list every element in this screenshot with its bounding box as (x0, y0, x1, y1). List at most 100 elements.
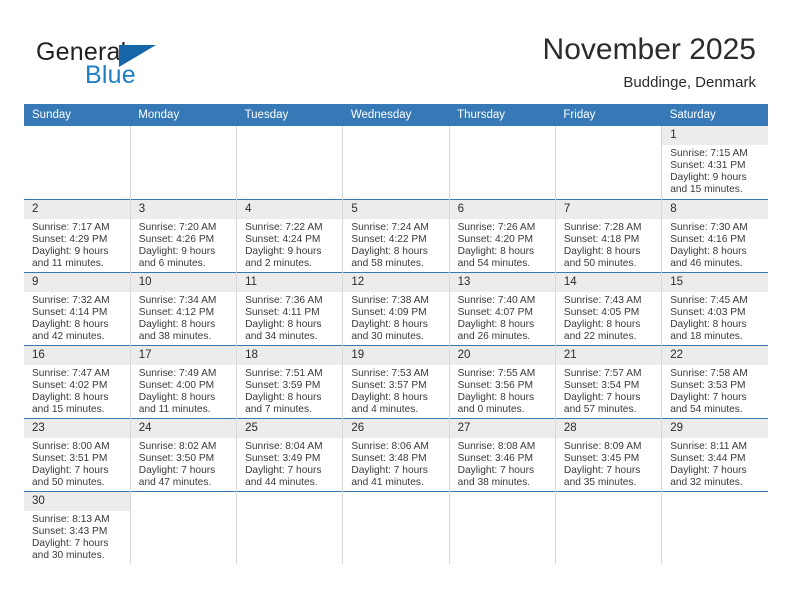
day-detail-line: Sunrise: 7:55 AM (457, 367, 536, 379)
calendar-day-cell[interactable]: 3 Sunrise: 7:20 AM Sunset: 4:26 PM Daylight… (130, 198, 238, 272)
day-detail-line: Sunrise: 7:49 AM (138, 367, 217, 379)
calendar-day-cell[interactable]: 29 Sunrise: 8:11 AM Sunset: 3:44 PM Dayligh… (661, 417, 768, 491)
calendar-day-cell[interactable]: 25 Sunrise: 8:04 AM Sunset: 3:49 PM Dayligh… (236, 417, 344, 491)
day-number: 1 (662, 126, 768, 145)
day-number: 13 (449, 272, 555, 292)
calendar-day-cell[interactable]: 12 Sunrise: 7:38 AM Sunset: 4:09 PM Dayligh… (342, 271, 450, 345)
calendar-day-cell[interactable]: 16 Sunrise: 7:47 AM Sunset: 4:02 PM Dayligh… (24, 344, 131, 418)
day-detail-line: Sunset: 3:57 PM (351, 379, 427, 391)
day-detail-line: Sunset: 4:31 PM (670, 160, 746, 172)
day-detail-line: and 6 minutes. (138, 257, 206, 269)
weekday-header-tuesday: Tuesday (236, 104, 343, 126)
day-detail-line: Daylight: 8 hours (670, 245, 747, 257)
day-detail-line: Sunset: 4:07 PM (457, 306, 533, 318)
day-detail-line: Sunrise: 7:40 AM (457, 294, 536, 306)
day-detail-line: Sunset: 4:02 PM (32, 379, 108, 391)
day-detail-line: and 15 minutes. (670, 184, 743, 196)
calendar-day-cell[interactable]: 5 Sunrise: 7:24 AM Sunset: 4:22 PM Daylight… (342, 198, 450, 272)
calendar-day-cell[interactable]: 20 Sunrise: 7:55 AM Sunset: 3:56 PM Dayligh… (449, 344, 556, 418)
day-details: Sunrise: 8:13 AM Sunset: 3:43 PM Daylight:… (24, 511, 130, 562)
day-detail-line: Sunrise: 8:00 AM (32, 440, 110, 452)
page-subtitle: Buddinge, Denmark (623, 74, 756, 91)
day-detail-line: Sunrise: 7:57 AM (563, 367, 642, 379)
day-detail-line: Sunrise: 7:24 AM (351, 221, 429, 233)
calendar-day-cell[interactable]: 11 Sunrise: 7:36 AM Sunset: 4:11 PM Dayligh… (236, 271, 344, 345)
day-detail-line: Daylight: 8 hours (457, 318, 535, 330)
day-detail-line: Sunrise: 7:17 AM (32, 221, 110, 233)
weekday-header-wednesday: Wednesday (342, 104, 450, 126)
day-detail-line: Sunrise: 8:08 AM (457, 440, 536, 452)
day-details: Sunrise: 7:55 AM Sunset: 3:56 PM Daylight:… (450, 365, 555, 416)
day-details: Sunrise: 7:28 AM Sunset: 4:18 PM Daylight:… (556, 219, 661, 270)
day-detail-line: Sunset: 4:12 PM (138, 306, 215, 318)
calendar-day-cell[interactable]: 28 Sunrise: 8:09 AM Sunset: 3:45 PM Dayligh… (555, 417, 663, 491)
day-detail-line: Daylight: 7 hours (563, 391, 641, 403)
day-detail-line: Sunset: 3:48 PM (351, 452, 427, 464)
day-number: 4 (237, 199, 343, 219)
day-number: 12 (343, 272, 449, 292)
calendar-day-cell[interactable]: 23 Sunrise: 8:00 AM Sunset: 3:51 PM Dayligh… (24, 417, 131, 491)
calendar-empty-cell (449, 126, 556, 199)
day-detail-line: and 47 minutes. (138, 476, 212, 488)
calendar-day-cell[interactable]: 19 Sunrise: 7:53 AM Sunset: 3:57 PM Dayligh… (342, 344, 450, 418)
day-number: 19 (343, 345, 449, 365)
calendar-day-cell[interactable]: 30 Sunrise: 8:13 AM Sunset: 3:43 PM Dayligh… (24, 490, 131, 565)
day-detail-line: Sunset: 3:46 PM (457, 452, 533, 464)
day-detail-line: and 54 minutes. (670, 403, 743, 415)
day-number: 21 (555, 345, 662, 365)
calendar-day-cell[interactable]: 22 Sunrise: 7:58 AM Sunset: 3:53 PM Dayligh… (661, 344, 768, 418)
day-details: Sunrise: 8:06 AM Sunset: 3:48 PM Daylight:… (343, 438, 448, 489)
day-detail-line: Daylight: 8 hours (351, 318, 428, 330)
day-detail-line: and 35 minutes. (563, 476, 637, 488)
calendar-day-cell[interactable]: 2 Sunrise: 7:17 AM Sunset: 4:29 PM Daylight… (24, 198, 131, 272)
calendar-day-cell[interactable]: 26 Sunrise: 8:06 AM Sunset: 3:48 PM Dayligh… (342, 417, 450, 491)
calendar-day-cell[interactable]: 4 Sunrise: 7:22 AM Sunset: 4:24 PM Daylight… (236, 198, 344, 272)
day-cell-inner (237, 492, 342, 565)
day-detail-line: Sunrise: 8:09 AM (563, 440, 642, 452)
day-detail-line: Daylight: 8 hours (670, 318, 747, 330)
day-detail-line: and 26 minutes. (457, 330, 531, 342)
day-details: Sunrise: 8:08 AM Sunset: 3:46 PM Daylight:… (450, 438, 555, 489)
day-cell-inner: 25 Sunrise: 8:04 AM Sunset: 3:49 PM Dayligh… (237, 418, 343, 491)
calendar-day-cell[interactable]: 13 Sunrise: 7:40 AM Sunset: 4:07 PM Dayligh… (449, 271, 556, 345)
day-detail-line: and 58 minutes. (351, 257, 424, 269)
day-details: Sunrise: 7:49 AM Sunset: 4:00 PM Daylight:… (131, 365, 236, 416)
day-details: Sunrise: 8:09 AM Sunset: 3:45 PM Daylight:… (556, 438, 661, 489)
calendar-day-cell[interactable]: 15 Sunrise: 7:45 AM Sunset: 4:03 PM Dayligh… (661, 271, 768, 345)
day-cell-inner: 28 Sunrise: 8:09 AM Sunset: 3:45 PM Dayligh… (555, 418, 662, 491)
day-cell-inner: 30 Sunrise: 8:13 AM Sunset: 3:43 PM Dayligh… (24, 491, 130, 565)
day-detail-line: and 11 minutes. (32, 257, 104, 269)
calendar-day-cell[interactable]: 10 Sunrise: 7:34 AM Sunset: 4:12 PM Dayligh… (130, 271, 238, 345)
calendar-day-cell[interactable]: 27 Sunrise: 8:08 AM Sunset: 3:46 PM Dayligh… (449, 417, 556, 491)
calendar-day-cell[interactable]: 24 Sunrise: 8:02 AM Sunset: 3:50 PM Dayligh… (130, 417, 238, 491)
day-number: 5 (343, 199, 449, 219)
day-detail-line: Daylight: 8 hours (138, 318, 216, 330)
calendar-day-cell[interactable]: 9 Sunrise: 7:32 AM Sunset: 4:14 PM Daylight… (24, 271, 131, 345)
calendar-day-cell[interactable]: 6 Sunrise: 7:26 AM Sunset: 4:20 PM Daylight… (449, 198, 556, 272)
day-detail-line: Sunset: 4:18 PM (563, 233, 640, 245)
day-number: 11 (237, 272, 343, 292)
day-detail-line: Sunrise: 7:51 AM (245, 367, 323, 379)
day-detail-line: Sunrise: 8:13 AM (32, 513, 110, 525)
day-cell-inner: 10 Sunrise: 7:34 AM Sunset: 4:12 PM Dayligh… (130, 272, 237, 345)
calendar-day-cell[interactable]: 14 Sunrise: 7:43 AM Sunset: 4:05 PM Dayligh… (555, 271, 663, 345)
day-details: Sunrise: 7:34 AM Sunset: 4:12 PM Daylight:… (131, 292, 236, 343)
day-detail-line: Sunrise: 7:58 AM (670, 367, 748, 379)
general-blue-logo[interactable]: General Blue (36, 38, 216, 92)
day-detail-line: and 30 minutes. (32, 549, 105, 561)
day-cell-inner: 9 Sunrise: 7:32 AM Sunset: 4:14 PM Daylight… (24, 272, 130, 345)
day-details: Sunrise: 7:38 AM Sunset: 4:09 PM Daylight:… (343, 292, 448, 343)
calendar-day-cell[interactable]: 21 Sunrise: 7:57 AM Sunset: 3:54 PM Dayligh… (555, 344, 663, 418)
day-detail-line: Daylight: 7 hours (563, 464, 641, 476)
day-detail-line: Sunrise: 8:06 AM (351, 440, 429, 452)
calendar-day-cell[interactable]: 8 Sunrise: 7:30 AM Sunset: 4:16 PM Daylight… (661, 198, 768, 272)
day-details: Sunrise: 7:20 AM Sunset: 4:26 PM Daylight:… (131, 219, 236, 270)
calendar-day-cell[interactable]: 18 Sunrise: 7:51 AM Sunset: 3:59 PM Dayligh… (236, 344, 344, 418)
day-details: Sunrise: 7:57 AM Sunset: 3:54 PM Daylight:… (556, 365, 661, 416)
calendar-day-cell[interactable]: 7 Sunrise: 7:28 AM Sunset: 4:18 PM Daylight… (555, 198, 663, 272)
calendar-day-cell[interactable]: 1 Sunrise: 7:15 AM Sunset: 4:31 PM Daylight… (661, 126, 768, 199)
calendar-day-cell[interactable]: 17 Sunrise: 7:49 AM Sunset: 4:00 PM Dayligh… (130, 344, 238, 418)
day-cell-inner (450, 126, 555, 199)
day-cell-inner (556, 492, 661, 565)
day-cell-inner (343, 492, 448, 565)
